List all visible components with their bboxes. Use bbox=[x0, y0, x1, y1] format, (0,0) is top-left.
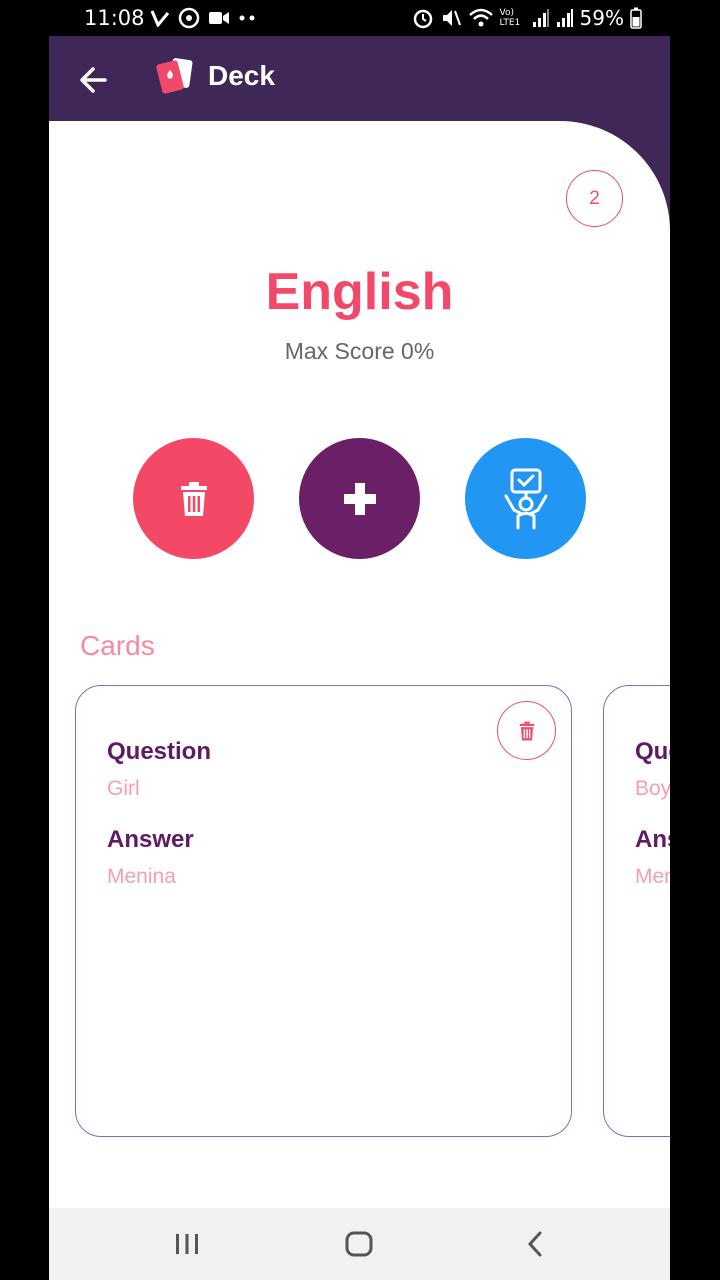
deck-title: English bbox=[265, 263, 454, 321]
video-camera-icon bbox=[209, 12, 229, 24]
chevron-left-icon bbox=[527, 1231, 542, 1257]
home-button[interactable] bbox=[339, 1228, 379, 1260]
trash-icon bbox=[519, 721, 534, 740]
signal-icon bbox=[532, 9, 549, 27]
trash-icon bbox=[180, 481, 207, 516]
question-value: Girl bbox=[107, 777, 140, 800]
answer-label: Answer bbox=[635, 826, 670, 853]
status-time: 11:08 bbox=[84, 6, 145, 30]
recent-apps-button[interactable] bbox=[167, 1228, 207, 1260]
alarm-icon bbox=[413, 9, 432, 29]
notification-icons bbox=[150, 7, 256, 29]
recent-apps-icon bbox=[176, 1234, 198, 1254]
system-nav-bar bbox=[49, 1208, 670, 1280]
playing-cards-icon bbox=[155, 56, 195, 96]
app-screen: Deck 2 English Max Score 0% Cards Questi… bbox=[49, 36, 670, 1208]
app-title: Deck bbox=[208, 60, 275, 91]
max-score: Max Score 0% bbox=[284, 338, 435, 364]
status-bar: 11:08 Vo) LTE1 59% bbox=[0, 0, 720, 36]
study-button[interactable] bbox=[465, 438, 586, 559]
add-card-button[interactable] bbox=[299, 438, 420, 559]
question-label: Question bbox=[635, 738, 670, 765]
plus-icon bbox=[343, 482, 376, 515]
question-value: Boy bbox=[635, 777, 670, 800]
check-arrow-icon bbox=[150, 10, 170, 27]
back-button[interactable] bbox=[75, 60, 115, 100]
signal-icon-2 bbox=[556, 9, 573, 27]
more-dots-icon bbox=[239, 15, 255, 21]
status-right-icons: Vo) LTE1 59% bbox=[412, 6, 642, 30]
flashcard[interactable]: Question Girl Answer Menina bbox=[75, 685, 572, 1137]
question-label: Question bbox=[107, 738, 212, 765]
delete-deck-button[interactable] bbox=[133, 438, 254, 559]
delete-card-button[interactable] bbox=[497, 701, 556, 760]
flashcard[interactable]: Question Boy Answer Menino bbox=[603, 685, 670, 1137]
nav-back-button[interactable] bbox=[515, 1228, 555, 1260]
app-bar: Deck bbox=[49, 36, 670, 121]
arrow-left-icon bbox=[80, 67, 107, 93]
home-icon bbox=[345, 1231, 373, 1257]
wifi-icon bbox=[468, 8, 493, 27]
cards-section-label: Cards bbox=[80, 630, 155, 661]
answer-label: Answer bbox=[107, 826, 194, 853]
whatsapp-icon bbox=[178, 7, 200, 29]
quiz-person-icon bbox=[504, 468, 547, 529]
battery-icon bbox=[630, 7, 642, 29]
battery-percent: 59% bbox=[579, 6, 624, 30]
answer-value: Menino bbox=[635, 865, 670, 888]
answer-value: Menina bbox=[107, 865, 176, 888]
card-count-badge: 2 bbox=[566, 170, 623, 227]
network-label: Vo) LTE1 bbox=[499, 8, 521, 28]
mute-icon bbox=[442, 10, 461, 26]
